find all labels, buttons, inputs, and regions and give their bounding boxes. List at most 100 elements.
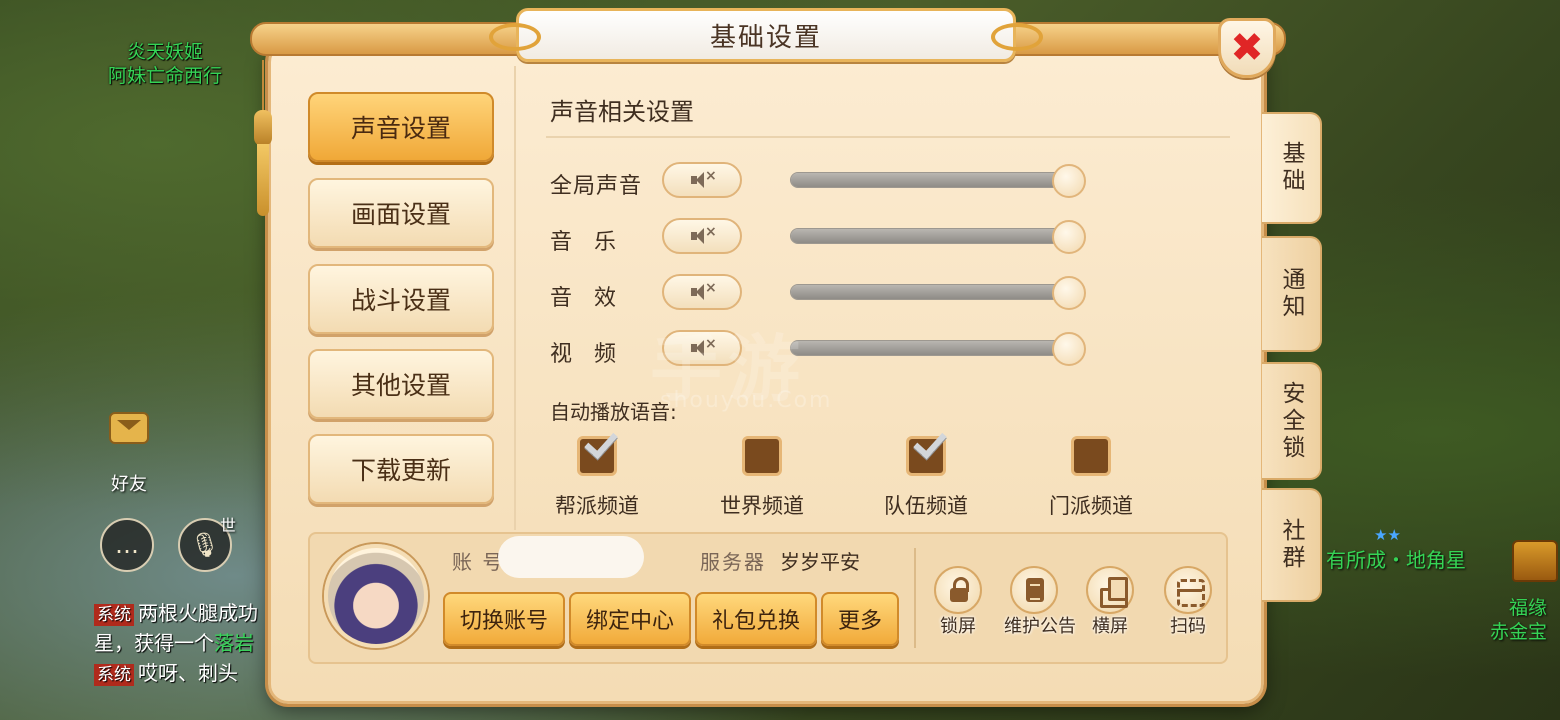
- close-icon: ✖: [1230, 25, 1264, 71]
- world-channel-tag: 世: [220, 516, 237, 535]
- event-label: 福缘 赤金宝: [1490, 596, 1547, 644]
- tool-label: 横屏: [1092, 616, 1128, 637]
- gift-redeem-button[interactable]: 礼包兑换: [695, 592, 817, 646]
- checkbox-sect-channel[interactable]: 门派频道: [1026, 436, 1156, 520]
- sound-row-effects: 音效 ×: [550, 274, 1110, 314]
- mute-button[interactable]: ×: [662, 218, 742, 254]
- tab-notifications[interactable]: 通知: [1262, 236, 1322, 352]
- settings-category-menu: 声音设置 画面设置 战斗设置 其他设置 下载更新: [280, 66, 514, 536]
- menu-download-update[interactable]: 下载更新: [308, 434, 494, 504]
- volume-slider-fill: [791, 173, 1069, 187]
- scan-qr-icon: [1164, 566, 1212, 614]
- dialog-title-banner: 基础设置: [489, 8, 1043, 62]
- chat-line: 星，获得一个落岩: [94, 628, 284, 658]
- section-title: 声音相关设置: [550, 98, 694, 126]
- sound-label: 全局声音: [550, 174, 643, 199]
- npc-subtitle: 阿妹亡命西行: [108, 65, 223, 87]
- tab-basic[interactable]: 基础: [1262, 112, 1322, 224]
- checkbox-label: 门派频道: [1049, 494, 1133, 518]
- volume-slider-knob[interactable]: [1052, 276, 1086, 310]
- checkbox[interactable]: [906, 424, 947, 476]
- menu-other-settings[interactable]: 其他设置: [308, 349, 494, 419]
- mute-button[interactable]: ×: [662, 330, 742, 366]
- chat-text: 两根火腿成功: [138, 601, 258, 625]
- chat-text: 哎呀、刺头: [138, 661, 238, 685]
- checkbox[interactable]: [577, 424, 618, 476]
- event-label-line2: 赤金宝: [1490, 621, 1548, 643]
- checkbox-team-channel[interactable]: 队伍频道: [861, 424, 991, 520]
- player-title-label: 有所成・地角星: [1326, 548, 1466, 572]
- server-label: 服务器: [700, 550, 766, 574]
- checkbox-guild-channel[interactable]: 帮派频道: [532, 424, 662, 520]
- maintenance-notice-button[interactable]: 维护公告: [1004, 566, 1076, 638]
- chat-bubble-icon[interactable]: …: [100, 518, 154, 572]
- checkbox-world-channel[interactable]: 世界频道: [697, 436, 827, 520]
- treasure-chest-icon[interactable]: [1512, 540, 1558, 582]
- mute-button[interactable]: ×: [662, 162, 742, 198]
- checkbox[interactable]: [1071, 436, 1111, 476]
- friend-button[interactable]: 好友: [98, 412, 160, 496]
- binding-center-button[interactable]: 绑定中心: [569, 592, 691, 646]
- speaker-muted-icon: ×: [691, 224, 717, 244]
- chat-tag: 系统: [94, 664, 134, 686]
- tassel-decoration: [252, 60, 274, 216]
- notice-icon: [1010, 566, 1058, 614]
- sound-row-video: 视频 ×: [550, 330, 1110, 370]
- volume-slider[interactable]: [790, 164, 1086, 198]
- tab-security-lock[interactable]: 安全锁: [1262, 362, 1322, 480]
- chat-tag: 系统: [94, 604, 134, 626]
- close-button[interactable]: ✖: [1218, 18, 1276, 78]
- menu-graphics-settings[interactable]: 画面设置: [308, 178, 494, 248]
- volume-slider[interactable]: [790, 332, 1086, 366]
- volume-slider[interactable]: [790, 220, 1086, 254]
- star-rank-icon: ★★: [1374, 526, 1401, 544]
- sound-row-global: 全局声音 ×: [550, 162, 1110, 202]
- volume-slider[interactable]: [790, 276, 1086, 310]
- tool-label: 维护公告: [1004, 616, 1076, 637]
- speaker-muted-icon: ×: [691, 168, 717, 188]
- menu-divider: [514, 66, 516, 530]
- checkbox[interactable]: [742, 436, 782, 476]
- mute-button[interactable]: ×: [662, 274, 742, 310]
- volume-slider-knob[interactable]: [1052, 164, 1086, 198]
- lock-screen-button[interactable]: 锁屏: [928, 566, 988, 638]
- sound-label: 音效: [550, 286, 639, 311]
- rotate-screen-icon: [1086, 566, 1134, 614]
- checkbox-label: 队伍频道: [884, 494, 968, 518]
- event-label-line1: 福缘: [1509, 597, 1548, 619]
- panel-divider: [914, 548, 916, 648]
- chat-line: 系统 两根火腿成功: [94, 598, 284, 628]
- tab-community[interactable]: 社群: [1262, 488, 1322, 602]
- volume-slider-fill: [791, 341, 1069, 355]
- auto-voice-label: 自动播放语音:: [550, 400, 677, 424]
- mail-icon[interactable]: [109, 412, 149, 444]
- chat-text: 星，获得一个: [94, 631, 214, 655]
- tool-label: 扫码: [1170, 616, 1206, 637]
- landscape-button[interactable]: 横屏: [1080, 566, 1140, 638]
- chat-line: 系统 哎呀、刺头: [94, 658, 284, 688]
- chat-highlight: 落岩: [214, 631, 254, 655]
- menu-battle-settings[interactable]: 战斗设置: [308, 264, 494, 334]
- volume-slider-knob[interactable]: [1052, 220, 1086, 254]
- account-redaction: [498, 536, 644, 578]
- avatar[interactable]: [324, 544, 428, 648]
- speaker-muted-icon: ×: [691, 336, 717, 356]
- speaker-muted-icon: ×: [691, 280, 717, 300]
- sound-row-music: 音乐 ×: [550, 218, 1110, 258]
- menu-sound-settings[interactable]: 声音设置: [308, 92, 494, 162]
- scan-code-button[interactable]: 扫码: [1158, 566, 1218, 638]
- cloud-ornament-icon: [991, 23, 1043, 51]
- account-label: 账 号: [452, 550, 505, 574]
- checkbox-label: 世界频道: [720, 494, 804, 518]
- npc-title: 炎天妖姬: [127, 41, 204, 63]
- switch-account-button[interactable]: 切换账号: [443, 592, 565, 646]
- checkbox-label: 帮派频道: [555, 494, 639, 518]
- volume-slider-knob[interactable]: [1052, 332, 1086, 366]
- chat-log: 系统 两根火腿成功 星，获得一个落岩 系统 哎呀、刺头: [94, 598, 284, 688]
- npc-name-label: 炎天妖姬 阿妹亡命西行: [108, 40, 222, 88]
- server-value: 岁岁平安: [780, 550, 860, 574]
- section-divider: [546, 136, 1230, 138]
- more-button[interactable]: 更多: [821, 592, 899, 646]
- sound-label: 视频: [550, 342, 639, 367]
- friend-label: 好友: [111, 474, 147, 495]
